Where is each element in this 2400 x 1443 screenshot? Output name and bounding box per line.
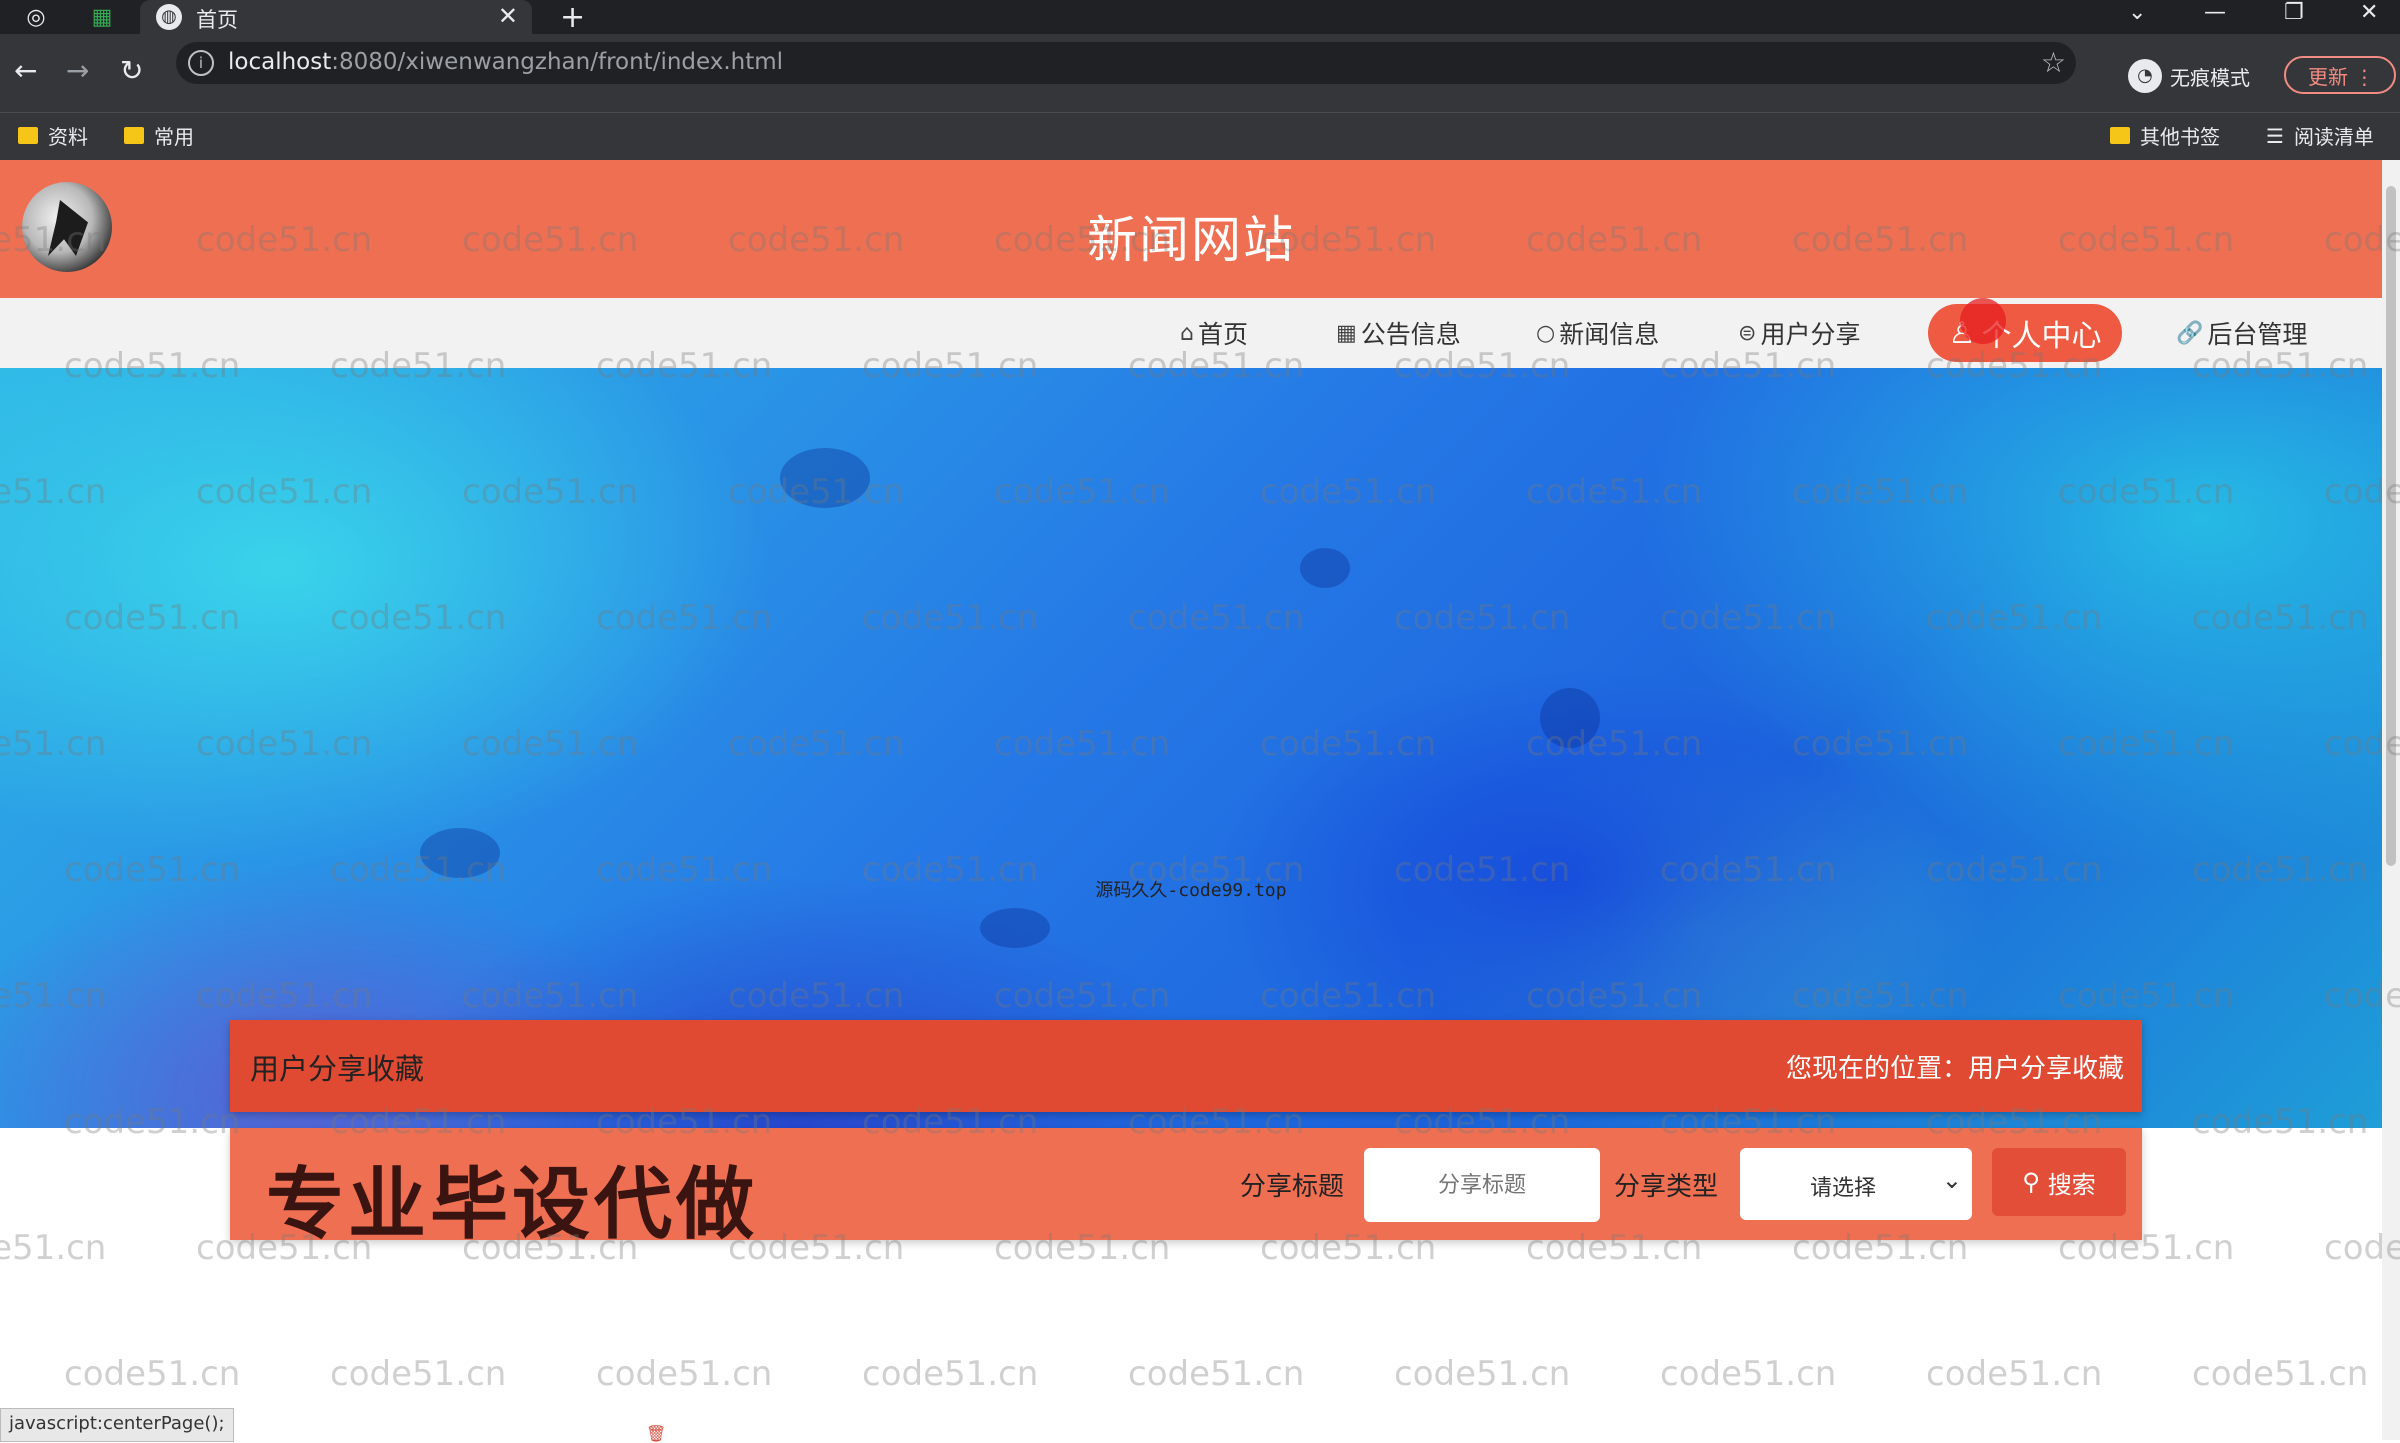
search-button-label: 搜索: [2047, 1170, 2096, 1199]
folder-icon: [124, 127, 144, 144]
title-filter-label: 分享标题: [1240, 1172, 1345, 1202]
chrome-icon[interactable]: ◎: [22, 3, 50, 31]
reading-list-label: 阅读清单: [2293, 125, 2374, 149]
reload-icon[interactable]: ↻: [120, 54, 143, 87]
banner-splash: [420, 828, 500, 878]
url-host: localhost: [228, 49, 332, 75]
back-icon[interactable]: ←: [14, 54, 37, 87]
nav-item-admin[interactable]: 🔗 后台管理: [2176, 310, 2307, 356]
nav-item-news[interactable]: ○ 新闻信息: [1536, 310, 1659, 356]
scrollbar-thumb[interactable]: [2386, 186, 2396, 866]
other-bookmarks[interactable]: 其他书签: [2110, 121, 2220, 150]
reading-list-icon: ☰: [2266, 123, 2284, 148]
browser-tab-active[interactable]: ◍ 首页 ✕: [140, 0, 532, 34]
other-bookmarks-label: 其他书签: [2140, 125, 2220, 149]
promo-text: 专业毕设代做: [266, 1160, 759, 1250]
site-header: 新闻网站: [0, 160, 2382, 298]
search-icon: ⚲: [2022, 1168, 2040, 1196]
url-field[interactable]: i localhost:8080/xiwenwangzhan/front/ind…: [176, 42, 2076, 84]
nav-item-home[interactable]: ⌂ 首页: [1180, 310, 1248, 356]
folder-icon: [2110, 127, 2130, 144]
bookmark-folder-changyong[interactable]: 常用: [124, 121, 194, 150]
banner-splash: [1540, 688, 1600, 748]
nav-label: 用户分享: [1760, 320, 1861, 349]
url-text: localhost:8080/xiwenwangzhan/front/index…: [228, 49, 783, 75]
nav-label: 新闻信息: [1559, 320, 1660, 349]
search-button[interactable]: ⚲ 搜索: [1992, 1148, 2126, 1216]
nav-label: 后台管理: [2207, 320, 2308, 349]
nav-item-user-share[interactable]: ⊜ 用户分享: [1738, 310, 1860, 356]
breadcrumb: 您现在的位置：用户分享收藏: [1786, 1048, 2124, 1085]
link-icon: 🔗: [2176, 320, 2204, 346]
update-label: 更新: [2308, 65, 2348, 89]
bookmark-folder-ziliao[interactable]: 资料: [18, 121, 88, 150]
bookmark-star-icon[interactable]: ☆: [2041, 46, 2066, 79]
home-icon: ⌂: [1180, 320, 1194, 346]
update-button[interactable]: 更新 ⋮: [2284, 56, 2396, 94]
nav-label: 首页: [1197, 320, 1248, 349]
restore-icon[interactable]: ❐: [2284, 0, 2304, 25]
nav-item-user-center[interactable]: ♙ 个人中心: [1928, 304, 2122, 362]
url-path: :8080/xiwenwangzhan/front/index.html: [331, 49, 784, 75]
close-tab-icon[interactable]: ✕: [498, 2, 518, 30]
new-tab-button[interactable]: +: [560, 0, 585, 35]
trash-icon: 🗑: [646, 1424, 667, 1443]
type-select-value: 请选择: [1810, 1176, 1877, 1201]
bookmark-label: 常用: [154, 125, 194, 149]
type-filter-label: 分享类型: [1614, 1172, 1719, 1202]
title-search-input[interactable]: [1364, 1148, 1600, 1222]
banner-caption: 源码久久-code99.top: [1095, 880, 1287, 901]
section-title: 用户分享收藏: [250, 1052, 425, 1086]
globe-icon: ◍: [156, 4, 182, 30]
banner-splash: [780, 448, 870, 508]
breadcrumb-prefix: 您现在的位置：: [1785, 1054, 1968, 1084]
sheets-tab-icon[interactable]: ▦: [88, 3, 116, 31]
click-indicator: [1960, 298, 2006, 344]
bookmark-label: 资料: [48, 125, 88, 149]
main-nav: ⌂ 首页 ▦ 公告信息 ○ 新闻信息 ⊜ 用户分享 ♙ 个人中心 🔗 后台管理: [0, 298, 2382, 368]
status-bar-url: javascript:centerPage();: [0, 1408, 234, 1442]
chevron-down-icon: ⌄: [1941, 1166, 1962, 1194]
bookmarks-bar: 资料 常用 其他书签 ☰ 阅读清单: [0, 112, 2400, 161]
breadcrumb-bar: 用户分享收藏 您现在的位置：用户分享收藏: [230, 1020, 2142, 1112]
nav-label: 公告信息: [1360, 320, 1461, 349]
grid-icon: ▦: [1336, 320, 1357, 346]
hero-carousel[interactable]: 源码久久-code99.top: [0, 368, 2382, 1128]
folder-icon: [18, 127, 38, 144]
page-scrollbar[interactable]: [2382, 160, 2400, 1440]
browser-tab-bar: ◎ ▦ ◍ 首页 ✕ + ⌄ — ❐ ✕: [0, 0, 2400, 35]
site-title: 新闻网站: [1087, 211, 1295, 269]
reading-list[interactable]: ☰ 阅读清单: [2266, 121, 2374, 150]
tab-title: 首页: [196, 8, 238, 32]
nav-item-notices[interactable]: ▦ 公告信息: [1336, 310, 1461, 356]
close-window-icon[interactable]: ✕: [2360, 0, 2378, 25]
address-bar: ← → ↻ i localhost:8080/xiwenwangzhan/fro…: [0, 34, 2400, 118]
forward-icon[interactable]: →: [66, 54, 89, 87]
minimize-icon[interactable]: —: [2204, 0, 2226, 25]
chat-icon: ○: [1536, 320, 1556, 346]
info-icon[interactable]: i: [188, 50, 214, 76]
type-select[interactable]: 请选择 ⌄: [1740, 1148, 1972, 1220]
search-bar: 专业毕设代做 分享标题 分享类型 请选择 ⌄ ⚲ 搜索: [230, 1128, 2142, 1250]
breadcrumb-current[interactable]: 用户分享收藏: [1968, 1054, 2124, 1084]
banner-splash: [980, 908, 1050, 948]
incognito-icon: ◔: [2128, 59, 2162, 93]
share-icon: ⊜: [1738, 320, 1757, 346]
incognito-indicator[interactable]: ◔ 无痕模式: [2128, 58, 2250, 94]
incognito-label: 无痕模式: [2170, 65, 2250, 90]
banner-splash: [1300, 548, 1350, 588]
tab-search-icon[interactable]: ⌄: [2128, 0, 2146, 25]
